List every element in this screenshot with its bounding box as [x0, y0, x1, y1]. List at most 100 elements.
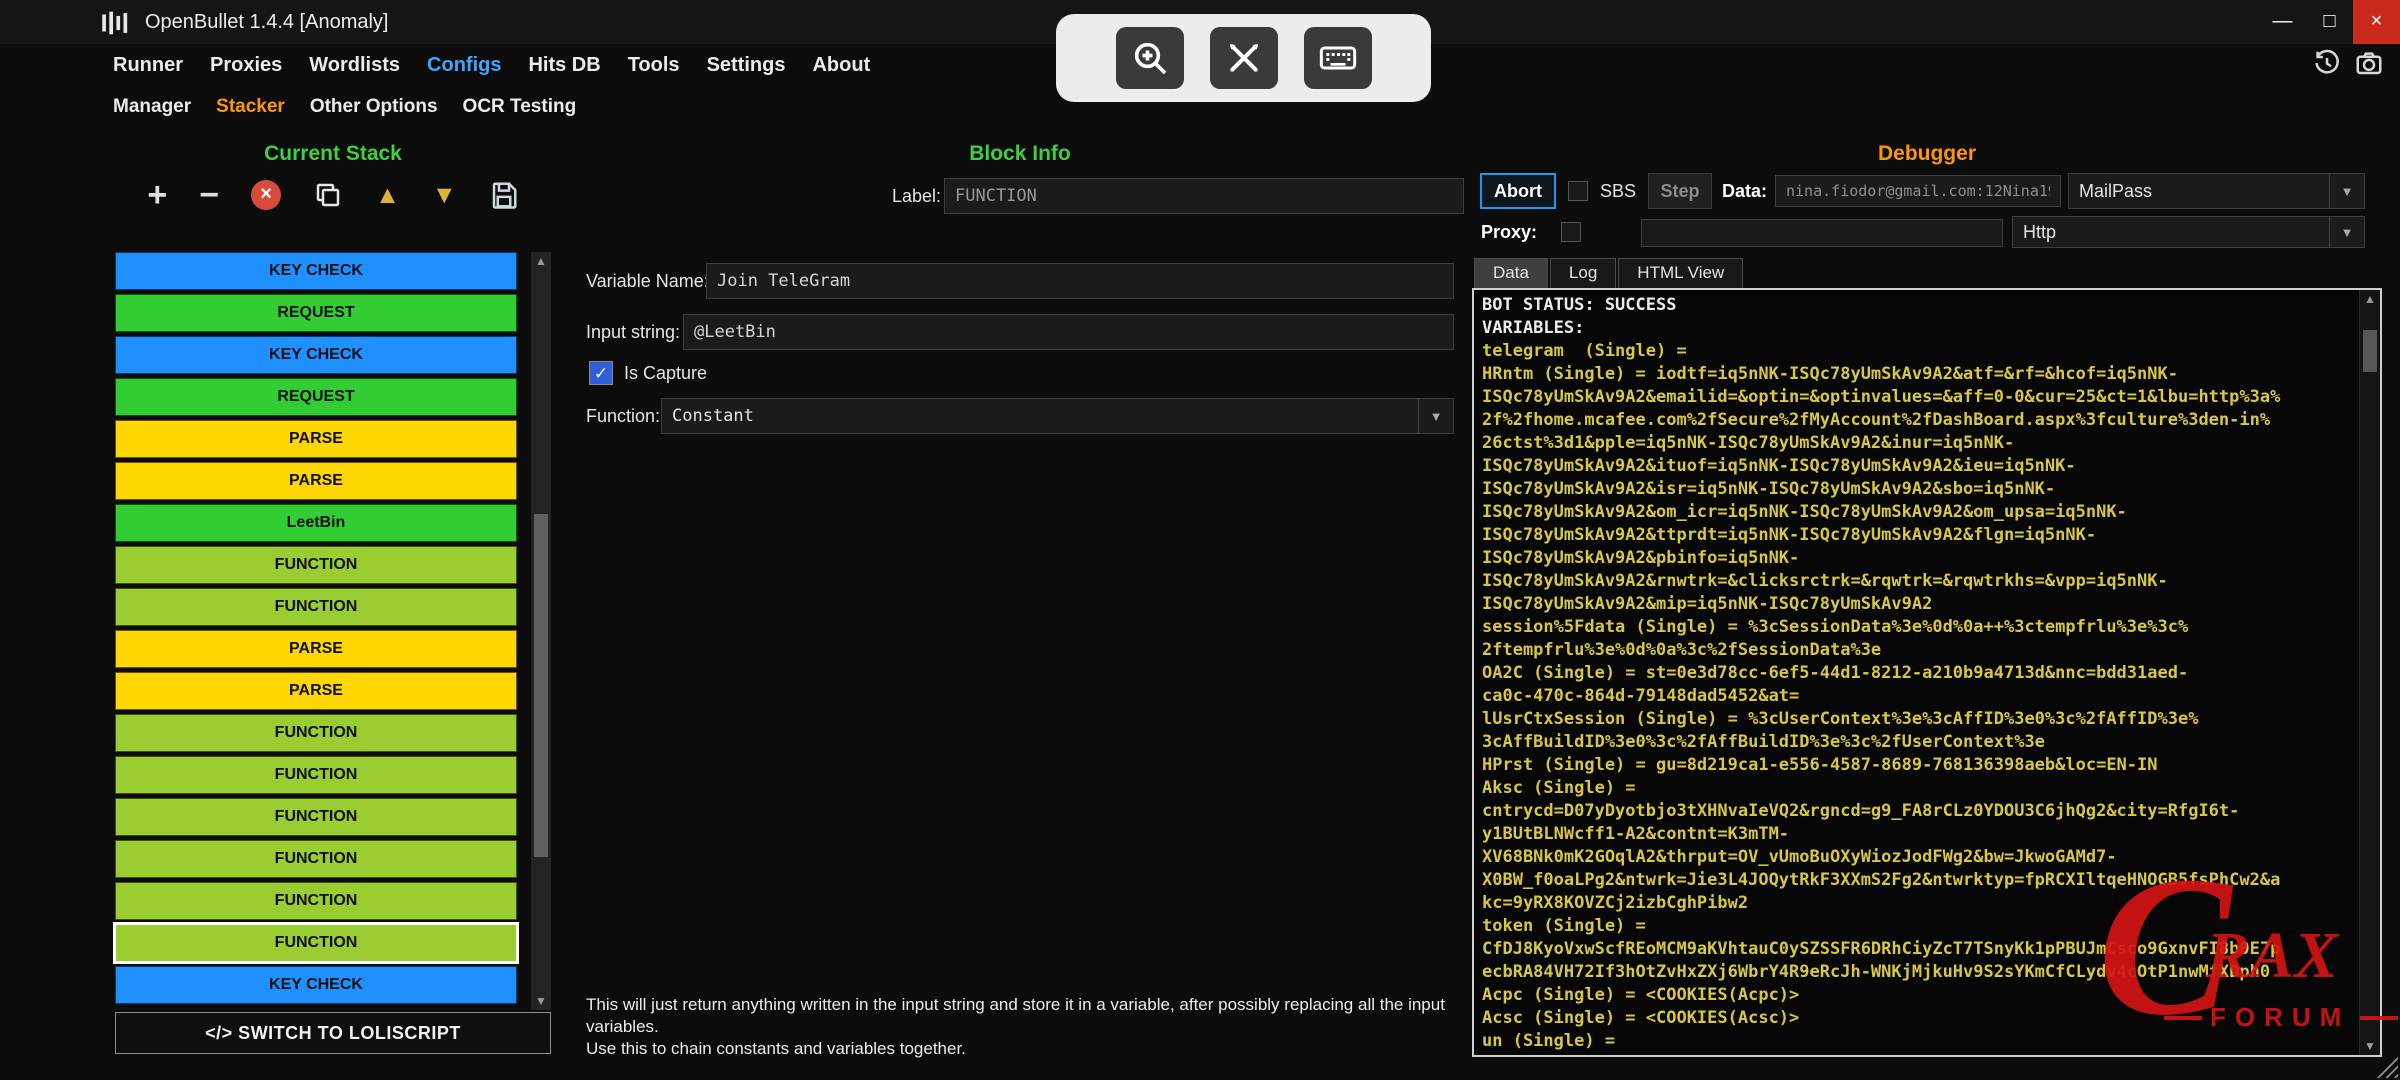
stack-block[interactable]: PARSE [115, 420, 517, 458]
clone-block-icon[interactable] [313, 180, 343, 210]
log-line: 3cAffBuildID%3e0%3c%2fAffBuildID%3e%3c%2… [1482, 731, 2356, 754]
log-line: un (Single) = [1482, 1030, 2356, 1053]
stack-block[interactable]: FUNCTION [115, 882, 517, 920]
block-label-input[interactable] [944, 178, 1464, 214]
stack-scroll-thumb[interactable] [534, 514, 548, 857]
add-block-icon[interactable]: + [147, 176, 167, 214]
stack-block[interactable]: FUNCTION [115, 924, 517, 962]
proxy-type-dropdown[interactable]: Http ▼ [2012, 216, 2365, 248]
variable-name-label: Variable Name: [586, 263, 709, 299]
debugger-title: Debugger [1472, 142, 2382, 166]
menu-configs[interactable]: Configs [427, 54, 501, 77]
stack-toolbar: + − × ▲ ▼ [115, 174, 551, 216]
stack-block[interactable]: FUNCTION [115, 546, 517, 584]
zoom-in-button[interactable] [1116, 27, 1184, 89]
scroll-down-icon[interactable]: ▼ [531, 994, 551, 1008]
log-line: ISQc78yUmSkAv9A2&om_icr=iq5nNK-ISQc78yUm… [1482, 501, 2356, 524]
maximize-button[interactable]: □ [2306, 0, 2353, 44]
menu-runner[interactable]: Runner [113, 54, 183, 77]
stack-block[interactable]: FUNCTION [115, 798, 517, 836]
log-line: ISQc78yUmSkAv9A2&emailid=&optin=&optinva… [1482, 386, 2356, 409]
help-line-1: This will just return anything written i… [586, 994, 1462, 1038]
switch-to-loliscript-button[interactable]: </> SWITCH TO LOLISCRIPT [115, 1012, 551, 1054]
submenu-manager[interactable]: Manager [113, 96, 191, 118]
save-config-icon[interactable] [489, 180, 519, 210]
submenu-other-options[interactable]: Other Options [310, 96, 438, 118]
remove-block-icon[interactable]: − [199, 176, 219, 214]
log-line: ISQc78yUmSkAv9A2&rnwtrk=&clicksrctrk=&rq… [1482, 570, 2356, 593]
help-line-2: Use this to chain constants and variable… [586, 1038, 1462, 1060]
history-icon[interactable] [2312, 48, 2342, 78]
openbullet-window: OpenBullet 1.4.4 [Anomaly] — □ × RunnerP… [0, 0, 2400, 1080]
log-line: y1BUtBLNWcff1-A2&contnt=K3mTM- [1482, 823, 2356, 846]
stack-block[interactable]: FUNCTION [115, 714, 517, 752]
abort-button[interactable]: Abort [1480, 173, 1556, 209]
move-down-icon[interactable]: ▼ [432, 181, 457, 210]
menu-proxies[interactable]: Proxies [210, 54, 282, 77]
log-line: HRntm (Single) = iodtf=iq5nNK-ISQc78yUmS… [1482, 363, 2356, 386]
menu-wordlists[interactable]: Wordlists [309, 54, 400, 77]
log-line: ISQc78yUmSkAv9A2&ttprdt=iq5nNK-ISQc78yUm… [1482, 524, 2356, 547]
window-resize-grip[interactable] [2376, 1056, 2398, 1078]
chevron-down-icon: ▼ [1418, 399, 1453, 433]
stack-block[interactable]: KEY CHECK [115, 252, 517, 290]
stack-block[interactable]: LeetBin [115, 504, 517, 542]
debugger-tabs: DataLogHTML View [1474, 258, 1745, 288]
stack-block[interactable]: PARSE [115, 462, 517, 500]
debugger-log-area: BOT STATUS: SUCCESSVARIABLES:telegram (S… [1472, 288, 2382, 1057]
tab-log[interactable]: Log [1550, 258, 1616, 288]
is-capture-checkbox[interactable]: ✓ [589, 361, 613, 385]
stack-block[interactable]: KEY CHECK [115, 966, 517, 1004]
stack-block[interactable]: FUNCTION [115, 756, 517, 794]
stack-block[interactable]: REQUEST [115, 378, 517, 416]
proxy-input[interactable] [1641, 219, 2003, 247]
log-line: X0BW_f0oaLPg2&ntwrk=Jie3L4JOQytRkF3XXmS2… [1482, 869, 2356, 892]
menu-tools[interactable]: Tools [628, 54, 680, 77]
screenshot-icon[interactable] [2354, 48, 2384, 78]
stack-block[interactable]: PARSE [115, 630, 517, 668]
stack-scrollbar[interactable]: ▲ ▼ [531, 252, 551, 1010]
configs-submenu: Manager Stacker Other Options OCR Testing [113, 92, 576, 122]
function-dropdown[interactable]: Constant ▼ [661, 398, 1454, 434]
menu-hits-db[interactable]: Hits DB [528, 54, 600, 77]
log-line: HPrst (Single) = gu=8d219ca1-e556-4587-8… [1482, 754, 2356, 777]
crossed-swords-button[interactable] [1210, 27, 1278, 89]
label-field-label: Label: [892, 178, 941, 214]
submenu-stacker[interactable]: Stacker [216, 96, 285, 118]
app-logo-icon [98, 6, 132, 40]
stack-block[interactable]: FUNCTION [115, 588, 517, 626]
input-string-input[interactable] [683, 314, 1454, 350]
keyboard-button[interactable] [1304, 27, 1372, 89]
stack-block[interactable]: FUNCTION [115, 840, 517, 878]
stack-list: KEY CHECK REQUEST KEY CHECK REQUEST PARSE PAR… [115, 252, 517, 1008]
variable-name-input[interactable] [706, 263, 1454, 299]
close-button[interactable]: × [2353, 0, 2400, 44]
stack-block[interactable]: KEY CHECK [115, 336, 517, 374]
log-line: XV68BNk0mK2GOqlA2&thrput=OV_vUmoBuOXyWio… [1482, 846, 2356, 869]
step-button[interactable]: Step [1648, 173, 1712, 209]
log-line: Aksc (Single) = [1482, 777, 2356, 800]
scroll-down-icon[interactable]: ▼ [2360, 1039, 2380, 1053]
proxy-checkbox[interactable] [1561, 222, 1581, 242]
log-scrollbar[interactable]: ▲ ▼ [2359, 290, 2380, 1055]
menu-settings[interactable]: Settings [707, 54, 786, 77]
menu-about[interactable]: About [812, 54, 870, 77]
stack-block[interactable]: PARSE [115, 672, 517, 710]
input-string-label: Input string: [586, 314, 680, 350]
tab-html-view[interactable]: HTML View [1618, 258, 1743, 288]
submenu-ocr-testing[interactable]: OCR Testing [463, 96, 577, 118]
stack-block[interactable]: REQUEST [115, 294, 517, 332]
scroll-up-icon[interactable]: ▲ [531, 254, 551, 268]
sbs-checkbox[interactable] [1568, 181, 1588, 201]
scroll-up-icon[interactable]: ▲ [2360, 292, 2380, 306]
proxy-type-value: Http [2023, 217, 2056, 247]
minimize-button[interactable]: — [2259, 0, 2306, 44]
log-line: 2ftempfrlu%3e%0d%0a%3c%2fSessionData%3e [1482, 639, 2356, 662]
move-up-icon[interactable]: ▲ [375, 181, 400, 210]
clear-stack-icon[interactable]: × [251, 180, 281, 210]
tab-data[interactable]: Data [1474, 258, 1548, 288]
log-scroll-thumb[interactable] [2363, 330, 2377, 372]
wordlist-type-value: MailPass [2079, 174, 2152, 208]
wordlist-type-dropdown[interactable]: MailPass ▼ [2068, 173, 2365, 209]
debugger-data-input[interactable] [1775, 175, 2061, 207]
